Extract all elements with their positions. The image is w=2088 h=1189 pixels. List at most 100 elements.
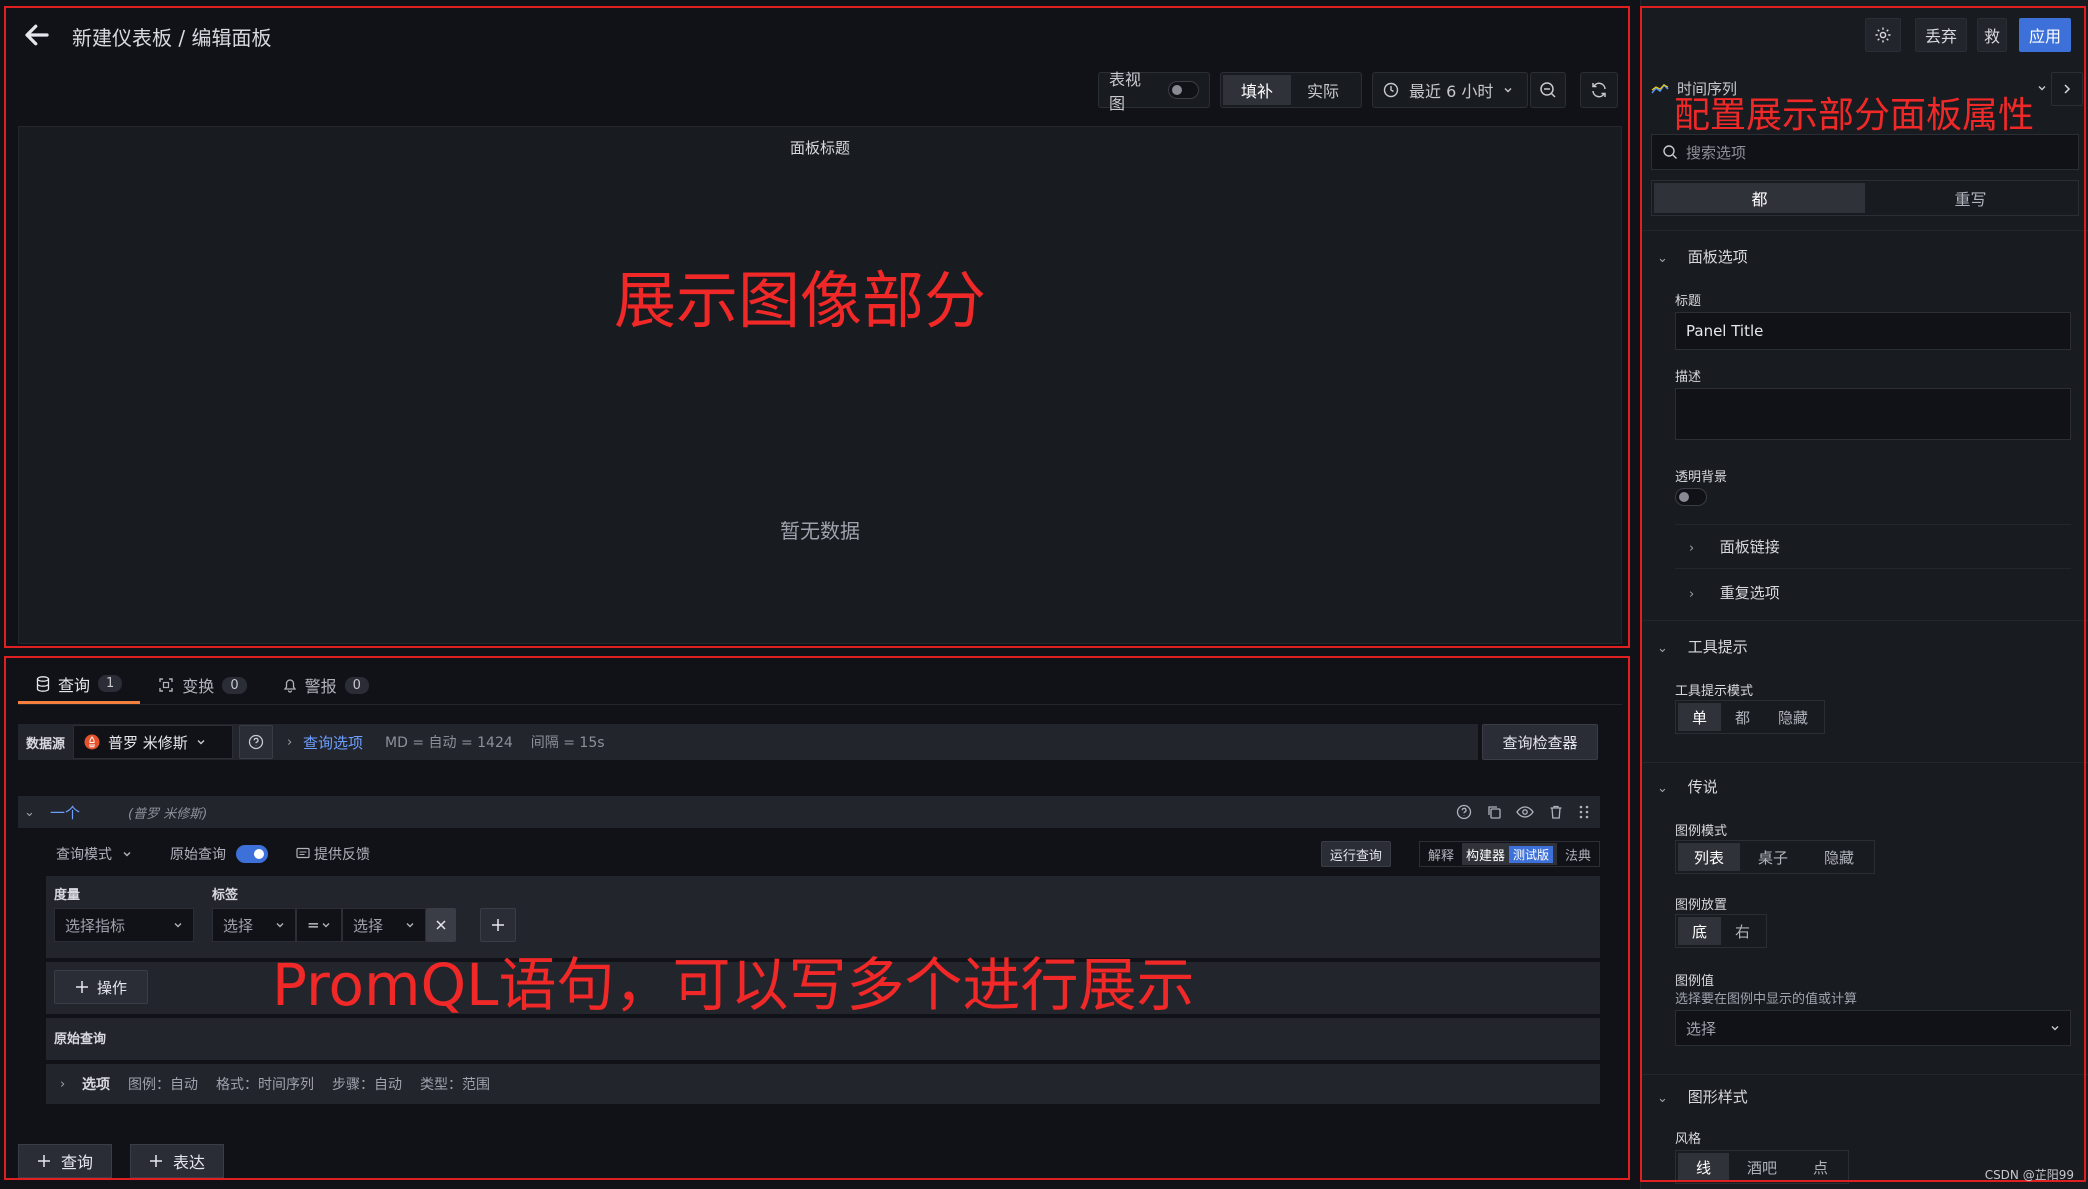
description-textarea[interactable] — [1675, 388, 2071, 440]
style-bars[interactable]: 酒吧 — [1729, 1153, 1795, 1181]
annotation-query-text: PromQL语句，可以写多个进行展示 — [272, 951, 1195, 1019]
eye-icon[interactable] — [1516, 804, 1534, 820]
tooltip-header[interactable]: ⌄ 工具提示 — [1641, 636, 2088, 657]
help-icon[interactable] — [1456, 804, 1472, 820]
legend-values-placeholder: 选择 — [1686, 1019, 1717, 1038]
legend-mode-list[interactable]: 列表 — [1678, 843, 1741, 871]
options-title: 选项 — [82, 1077, 110, 1093]
graph-styles-header[interactable]: ⌄ 图形样式 — [1641, 1086, 2088, 1107]
chevron-right-icon: › — [287, 734, 293, 750]
panel-options-header[interactable]: ⌄ 面板选项 — [1641, 246, 2088, 267]
label-operator-select[interactable]: = — [296, 908, 342, 942]
panel-links-header[interactable]: › 面板链接 — [1641, 536, 2088, 557]
panel-links-title: 面板链接 — [1719, 538, 1780, 556]
apply-button[interactable]: 应用 — [2019, 18, 2071, 52]
max-data-points-info: MD = 自动 = 1424 — [385, 735, 513, 751]
add-query-button[interactable]: 查询 — [18, 1144, 112, 1178]
query-options-section[interactable]: › 选项 图例：自动 格式：时间序列 步骤：自动 类型：范围 — [46, 1064, 1600, 1104]
divider — [1641, 1074, 2088, 1075]
legend-title: 传说 — [1687, 778, 1718, 796]
remove-label-button[interactable] — [426, 908, 456, 942]
legend-placement-bottom[interactable]: 底 — [1678, 917, 1722, 945]
datasource-label: 数据源 — [26, 736, 66, 752]
add-expression-button[interactable]: 表达 — [130, 1144, 224, 1178]
tab-transformations[interactable]: 变换 0 — [140, 666, 264, 704]
collapse-chevron-icon[interactable]: ⌄ — [24, 805, 40, 820]
fill-option[interactable]: 填补 — [1223, 75, 1292, 105]
metric-select[interactable]: 选择指标 — [54, 908, 194, 942]
datasource-picker[interactable]: 普罗 米修斯 — [73, 725, 234, 759]
add-label-button[interactable] — [480, 908, 516, 942]
datasource-name: 普罗 米修斯 — [108, 733, 188, 752]
raw-query-section: 原始查询 — [46, 1018, 1600, 1060]
add-operation-button[interactable]: 操作 — [54, 970, 148, 1004]
trash-icon[interactable] — [1548, 804, 1564, 820]
label-value-select[interactable]: 选择 — [342, 908, 426, 942]
prometheus-icon — [84, 734, 100, 750]
tooltip-mode-single[interactable]: 单 — [1678, 703, 1722, 731]
query-name[interactable]: 一个 — [50, 802, 80, 823]
legend-placement-label: 图例放置 — [1675, 898, 1728, 913]
operator-value: = — [307, 916, 320, 934]
collapse-sidebar-button[interactable] — [2051, 72, 2083, 106]
legend-mode-hidden[interactable]: 隐藏 — [1806, 843, 1872, 871]
tab-queries[interactable]: 查询 1 — [18, 666, 141, 704]
filter-overrides[interactable]: 重写 — [1865, 186, 2076, 210]
refresh-button[interactable] — [1580, 72, 1618, 108]
duplicate-icon[interactable] — [1486, 804, 1502, 820]
legend-placement-right[interactable]: 右 — [1721, 917, 1764, 945]
tab-alerts[interactable]: 警报 0 — [265, 666, 387, 704]
style-points[interactable]: 点 — [1795, 1153, 1846, 1181]
run-query-button[interactable]: 运行查询 — [1320, 841, 1391, 867]
option-format: 格式：时间序列 — [216, 1077, 314, 1093]
panel-title-input[interactable]: Panel Title — [1675, 312, 2071, 350]
chevron-down-icon — [276, 923, 284, 928]
discard-button[interactable]: 丢弃 — [1915, 18, 1967, 52]
tab-label: 变换 — [182, 677, 215, 696]
help-icon — [248, 734, 264, 750]
save-button[interactable]: 救 — [1977, 18, 2007, 52]
query-mode-label[interactable]: 查询模式 — [56, 844, 112, 864]
add-query-label: 查询 — [61, 1153, 94, 1172]
table-view-switch[interactable] — [1167, 81, 1199, 99]
panel-title-value: Panel Title — [1686, 322, 1764, 340]
code-mode[interactable]: 法典 — [1557, 845, 1599, 864]
legend-header[interactable]: ⌄ 传说 — [1641, 776, 2088, 797]
repeat-options-header[interactable]: › 重复选项 — [1641, 582, 2088, 603]
chevron-down-icon: ⌄ — [1657, 1091, 1668, 1106]
style-lines[interactable]: 线 — [1678, 1153, 1730, 1181]
chevron-down-icon — [123, 852, 131, 857]
plus-icon — [150, 1155, 162, 1167]
table-view-toggle[interactable]: 表视图 — [1098, 70, 1210, 113]
builder-mode[interactable]: 构建器 测试版 — [1461, 843, 1557, 865]
search-options-input[interactable]: 搜索选项 — [1651, 134, 2079, 170]
chevron-right-icon: › — [1689, 587, 1695, 602]
legend-mode-table[interactable]: 桌子 — [1740, 843, 1806, 871]
filter-all[interactable]: 都 — [1654, 183, 1865, 213]
back-arrow-icon[interactable] — [22, 20, 52, 50]
table-view-label: 表视图 — [1109, 70, 1142, 113]
datasource-help-button[interactable] — [239, 725, 274, 759]
option-legend: 图例：自动 — [128, 1077, 198, 1093]
page-title: 新建仪表板 / 编辑面板 — [72, 26, 272, 50]
raw-query-switch[interactable] — [236, 845, 268, 863]
search-placeholder: 搜索选项 — [1686, 143, 1747, 162]
label-key-select[interactable]: 选择 — [212, 908, 296, 942]
zoom-out-button[interactable] — [1530, 72, 1566, 108]
tooltip-mode-hidden[interactable]: 隐藏 — [1764, 703, 1822, 731]
transparent-switch[interactable] — [1675, 488, 1707, 506]
options-filter: 都 重写 — [1651, 180, 2079, 216]
divider — [1641, 230, 2088, 231]
drag-handle-icon[interactable] — [1578, 804, 1590, 820]
feedback-link[interactable]: 提供反馈 — [314, 844, 370, 864]
tab-label: 查询 — [58, 675, 91, 695]
settings-button[interactable] — [1865, 18, 1901, 52]
time-range-picker[interactable]: 最近 6 小时 — [1372, 72, 1528, 108]
explain-toggle[interactable]: 解释 — [1420, 845, 1462, 864]
database-icon — [36, 675, 50, 692]
query-inspector-button[interactable]: 查询检查器 — [1482, 724, 1598, 760]
query-options-link[interactable]: 查询选项 — [303, 732, 363, 753]
actual-option[interactable]: 实际 — [1291, 78, 1355, 102]
legend-values-select[interactable]: 选择 — [1675, 1010, 2071, 1046]
tooltip-mode-all[interactable]: 都 — [1721, 703, 1764, 731]
